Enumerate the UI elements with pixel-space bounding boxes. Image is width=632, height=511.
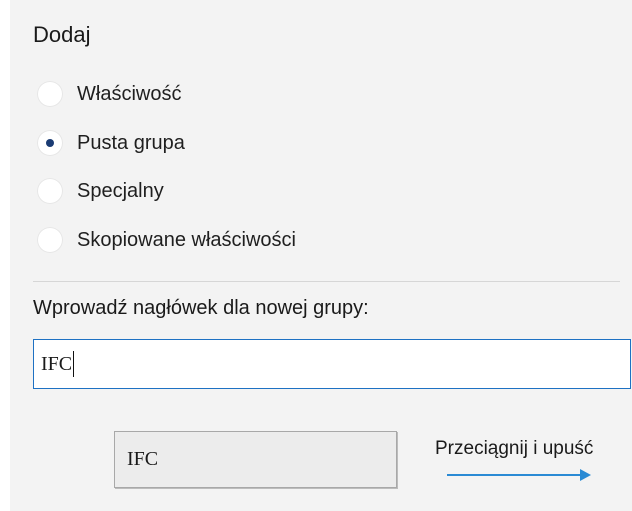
radio-option-pusta-grupa[interactable]: Pusta grupa <box>37 128 185 158</box>
group-header-input-value: IFC <box>41 352 73 375</box>
radio-button-selected[interactable] <box>37 130 63 156</box>
radio-button[interactable] <box>37 81 63 107</box>
radio-label: Pusta grupa <box>77 131 185 154</box>
text-caret <box>73 351 75 377</box>
arrow-right-icon <box>447 469 591 481</box>
radio-label: Właściwość <box>77 82 182 105</box>
radio-option-specjalny[interactable]: Specjalny <box>37 176 164 206</box>
radio-option-wlasciwosc[interactable]: Właściwość <box>37 79 181 109</box>
group-header-label: Wprowadź nagłówek dla nowej grupy: <box>33 297 369 319</box>
radio-button[interactable] <box>37 178 63 204</box>
divider <box>33 281 620 282</box>
section-title: Dodaj <box>33 22 91 47</box>
radio-option-skopiowane-wlasciwosci[interactable]: Skopiowane właściwości <box>37 225 296 255</box>
radio-button[interactable] <box>37 227 63 253</box>
radio-label: Skopiowane właściwości <box>77 228 296 251</box>
drag-preview-label: IFC <box>127 448 159 470</box>
radio-label: Specjalny <box>77 179 164 202</box>
group-header-input[interactable]: IFC <box>33 339 631 389</box>
drag-preview-item[interactable]: IFC <box>114 431 397 488</box>
drag-drop-hint: Przeciągnij i upuść <box>435 438 594 459</box>
add-panel: Dodaj Właściwość Pusta grupa Specjalny S… <box>0 0 632 511</box>
